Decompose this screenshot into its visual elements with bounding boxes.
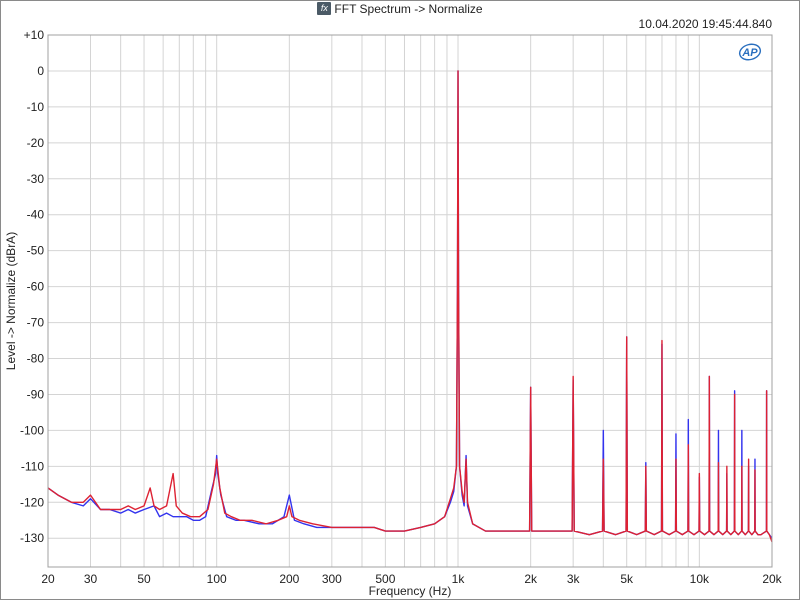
chart-grid [47, 34, 773, 567]
series-line-2 [47, 70, 773, 543]
plot-border [47, 34, 773, 568]
y-tick-label: -70 [27, 316, 45, 330]
x-tick-label: 30 [84, 572, 98, 586]
y-tick-label: -80 [27, 352, 45, 366]
x-tick-label: 300 [322, 572, 342, 586]
y-tick-label: 0 [37, 64, 44, 78]
y-tick-label: -30 [27, 172, 45, 186]
y-tick-label: +10 [24, 28, 45, 42]
y-tick-label: -50 [27, 244, 45, 258]
y-tick-label: -100 [20, 423, 44, 437]
y-tick-label: -60 [27, 280, 45, 294]
series-line-1 [47, 70, 773, 539]
x-tick-label: 200 [279, 572, 299, 586]
y-tick-label: -90 [27, 387, 45, 401]
x-tick-label: 10k [690, 572, 710, 586]
x-tick-label: 3k [567, 572, 581, 586]
x-tick-label: 20k [762, 572, 782, 586]
x-tick-label: 2k [524, 572, 538, 586]
y-axis-title: Level -> Normalize (dBrA) [4, 232, 18, 370]
y-tick-labels: +10 0 -10 -20 -30 -40 -50 -60 -70 -80 -90 -100 -110 -… [20, 28, 44, 545]
x-tick-label: 100 [207, 572, 227, 586]
x-tick-label: 50 [137, 572, 151, 586]
y-tick-label: -40 [27, 208, 45, 222]
y-tick-label: -10 [27, 100, 45, 114]
x-tick-label: 1k [452, 572, 466, 586]
fft-chart[interactable]: 20 30 50 100 200 300 500 1k 2k 3k 5k 10k 20k +100-10… [0, 0, 800, 600]
y-tick-label: -110 [21, 459, 44, 473]
y-tick-label: -130 [20, 531, 44, 545]
x-axis-title: Frequency (Hz) [369, 584, 452, 598]
y-tick-label: -120 [20, 495, 44, 509]
series-layer [47, 70, 773, 543]
y-tick-label: -20 [27, 136, 45, 150]
x-tick-label: 5k [620, 572, 634, 586]
x-tick-label: 20 [41, 572, 55, 586]
